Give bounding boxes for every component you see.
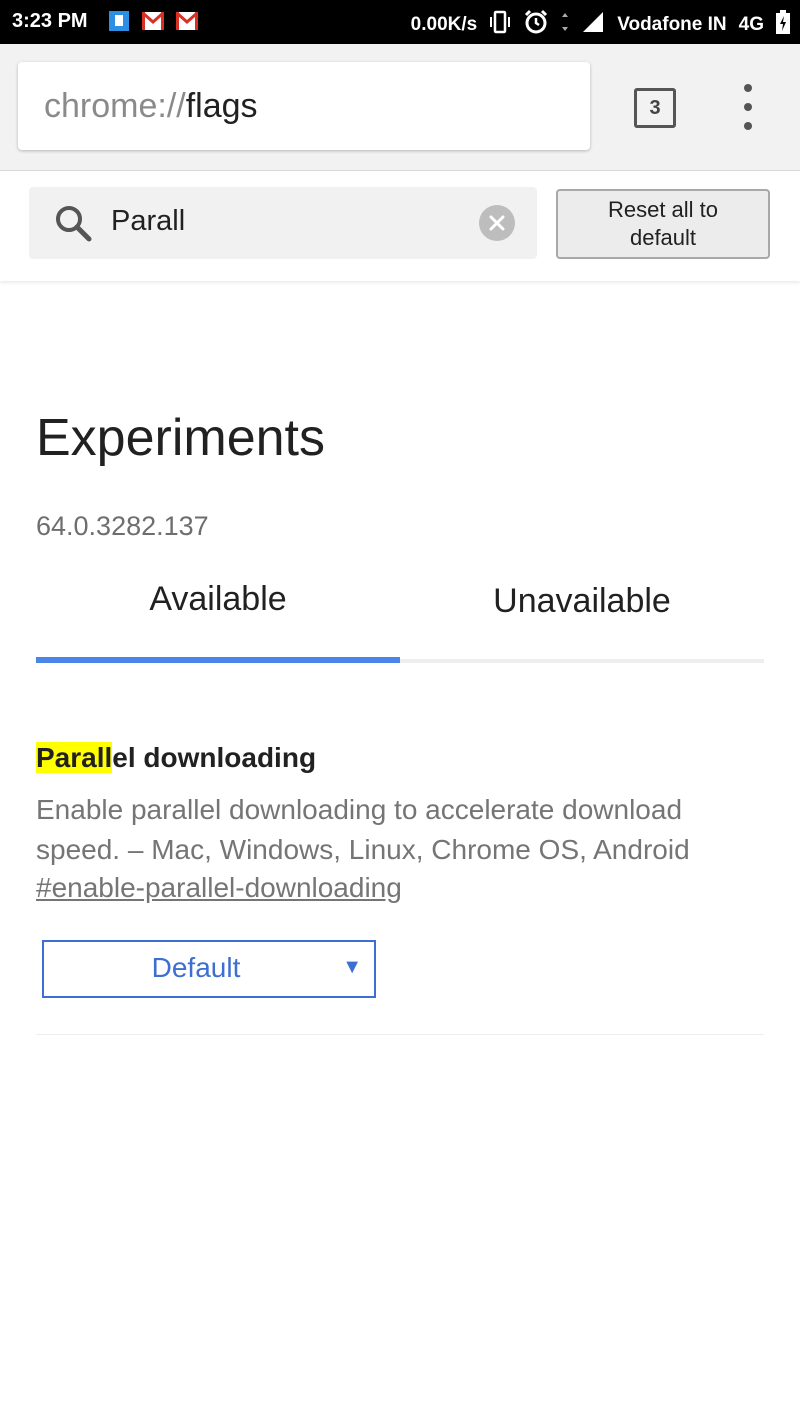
browser-toolbar: chrome://flags 3 [0, 44, 800, 171]
search-icon [53, 203, 93, 243]
reset-all-button[interactable]: Reset all to default [556, 189, 770, 259]
flags-header: Parall Reset all to default [0, 171, 800, 281]
gmail-icon [176, 10, 198, 32]
experiment-title-rest: el downloading [112, 742, 317, 773]
network-speed: 0.00K/s [410, 14, 478, 35]
search-query: Parall [111, 205, 186, 237]
page-title: Experiments [36, 409, 325, 467]
status-bar: 3:23 PM 0.00K/s Vodafone IN 4G [0, 0, 800, 44]
url-host: flags [185, 86, 258, 125]
battery-charging-icon [776, 10, 790, 40]
vibrate-icon [489, 10, 511, 40]
experiment-permalink[interactable]: #enable-parallel-downloading [36, 872, 402, 904]
tab-switcher-button[interactable]: 3 [634, 88, 676, 128]
search-input[interactable]: Parall [29, 187, 537, 259]
url-bar[interactable]: chrome://flags [18, 62, 590, 150]
tab-available[interactable]: Available [36, 580, 400, 619]
network-type: 4G [738, 14, 764, 35]
status-right: 0.00K/s Vodafone IN 4G [411, 9, 790, 41]
select-value: Default [151, 952, 241, 983]
tab-unavailable[interactable]: Unavailable [400, 582, 764, 621]
signal-icon [581, 10, 605, 40]
experiment-item: Parallel downloading Enable parallel dow… [36, 738, 764, 1035]
chrome-version: 64.0.3282.137 [36, 511, 209, 541]
status-time: 3:23 PM [12, 10, 88, 32]
tab-count: 3 [649, 96, 661, 119]
tab-selected-indicator [36, 657, 400, 663]
data-arrows-icon [561, 13, 569, 37]
dropdown-arrow-icon: ▼ [342, 956, 362, 978]
search-match-highlight: Parall [36, 742, 113, 773]
alarm-icon [523, 9, 549, 41]
notification-icons [108, 10, 198, 32]
gmail-icon [142, 10, 164, 32]
clear-search-icon[interactable] [479, 205, 515, 241]
experiment-state-select[interactable]: Default ▼ [42, 940, 376, 998]
experiment-description: Enable parallel downloading to accelerat… [36, 794, 690, 865]
experiment-title: Parallel downloading [36, 742, 316, 774]
url-scheme: chrome:// [44, 86, 186, 125]
more-menu-icon[interactable] [736, 84, 760, 130]
message-icon [108, 10, 130, 32]
carrier-name: Vodafone IN [617, 14, 727, 35]
